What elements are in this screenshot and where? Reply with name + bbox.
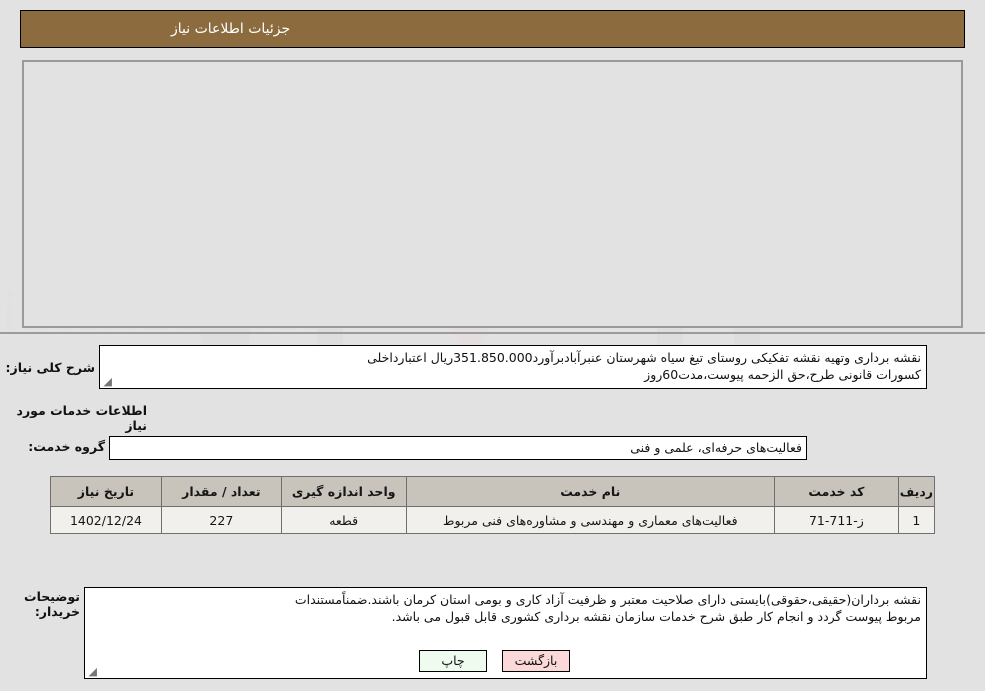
service-group-text: فعالیت‌های حرفه‌ای، علمی و فنی bbox=[630, 440, 802, 455]
service-group-label: گروه خدمت: bbox=[28, 439, 105, 454]
column-header-service-code: کد خدمت bbox=[773, 476, 899, 507]
general-description-line-1: نقشه برداری وتهیه نقشه تفکیکی روستای تیغ… bbox=[367, 350, 921, 365]
services-table: ردیف کد خدمت نام خدمت واحد اندازه گیری ت… bbox=[50, 476, 936, 534]
section-divider bbox=[0, 332, 985, 334]
table-row: 1 ز-711-71 فعالیت‌های معماری و مهندسی و … bbox=[50, 506, 936, 534]
buyer-notes-line-2: مربوط پیوست گردد و انجام کار طبق شرح خدم… bbox=[391, 609, 921, 624]
cell-quantity: 227 bbox=[160, 506, 282, 534]
buyer-notes-label: توضیحات خریدار: bbox=[24, 589, 80, 619]
resize-grip-icon[interactable]: ◢ bbox=[87, 666, 97, 677]
print-button[interactable]: چاپ bbox=[419, 650, 487, 672]
service-group-value[interactable]: فعالیت‌های حرفه‌ای، علمی و فنی bbox=[109, 436, 807, 460]
page-title: جزئیات اطلاعات نیاز bbox=[171, 21, 291, 37]
general-description-label: شرح کلی نیاز: bbox=[5, 360, 95, 375]
column-header-unit: واحد اندازه گیری bbox=[280, 476, 407, 507]
column-header-quantity: تعداد / مقدار bbox=[160, 476, 282, 507]
footer-button-bar: بازگشت چاپ bbox=[419, 650, 570, 672]
cell-service-name: فعالیت‌های معماری و مهندسی و مشاوره‌های … bbox=[405, 506, 775, 534]
general-description-textarea[interactable]: نقشه برداری وتهیه نقشه تفکیکی روستای تیغ… bbox=[99, 345, 927, 389]
services-section-title: اطلاعات خدمات مورد نیاز bbox=[16, 403, 147, 433]
cell-radif: 1 bbox=[897, 506, 936, 534]
buyer-notes-line-1: نقشه برداران(حقیقی،حقوقی)بایستی دارای صل… bbox=[294, 592, 921, 607]
column-header-service-name: نام خدمت bbox=[405, 476, 775, 507]
cell-unit: قطعه bbox=[280, 506, 407, 534]
table-header-row: ردیف کد خدمت نام خدمت واحد اندازه گیری ت… bbox=[50, 476, 936, 507]
cell-need-date: 1402/12/24 bbox=[50, 506, 162, 534]
column-header-radif: ردیف bbox=[897, 476, 936, 507]
back-button[interactable]: بازگشت bbox=[502, 650, 570, 672]
need-info-panel bbox=[22, 60, 963, 328]
general-description-line-2: کسورات قانونی طرح،حق الزحمه پیوست،مدت60ر… bbox=[644, 367, 921, 382]
cell-service-code: ز-711-71 bbox=[773, 506, 899, 534]
page-header: جزئیات اطلاعات نیاز bbox=[20, 10, 965, 48]
column-header-need-date: تاریخ نیاز bbox=[50, 476, 162, 507]
resize-grip-icon[interactable]: ◢ bbox=[102, 376, 112, 387]
